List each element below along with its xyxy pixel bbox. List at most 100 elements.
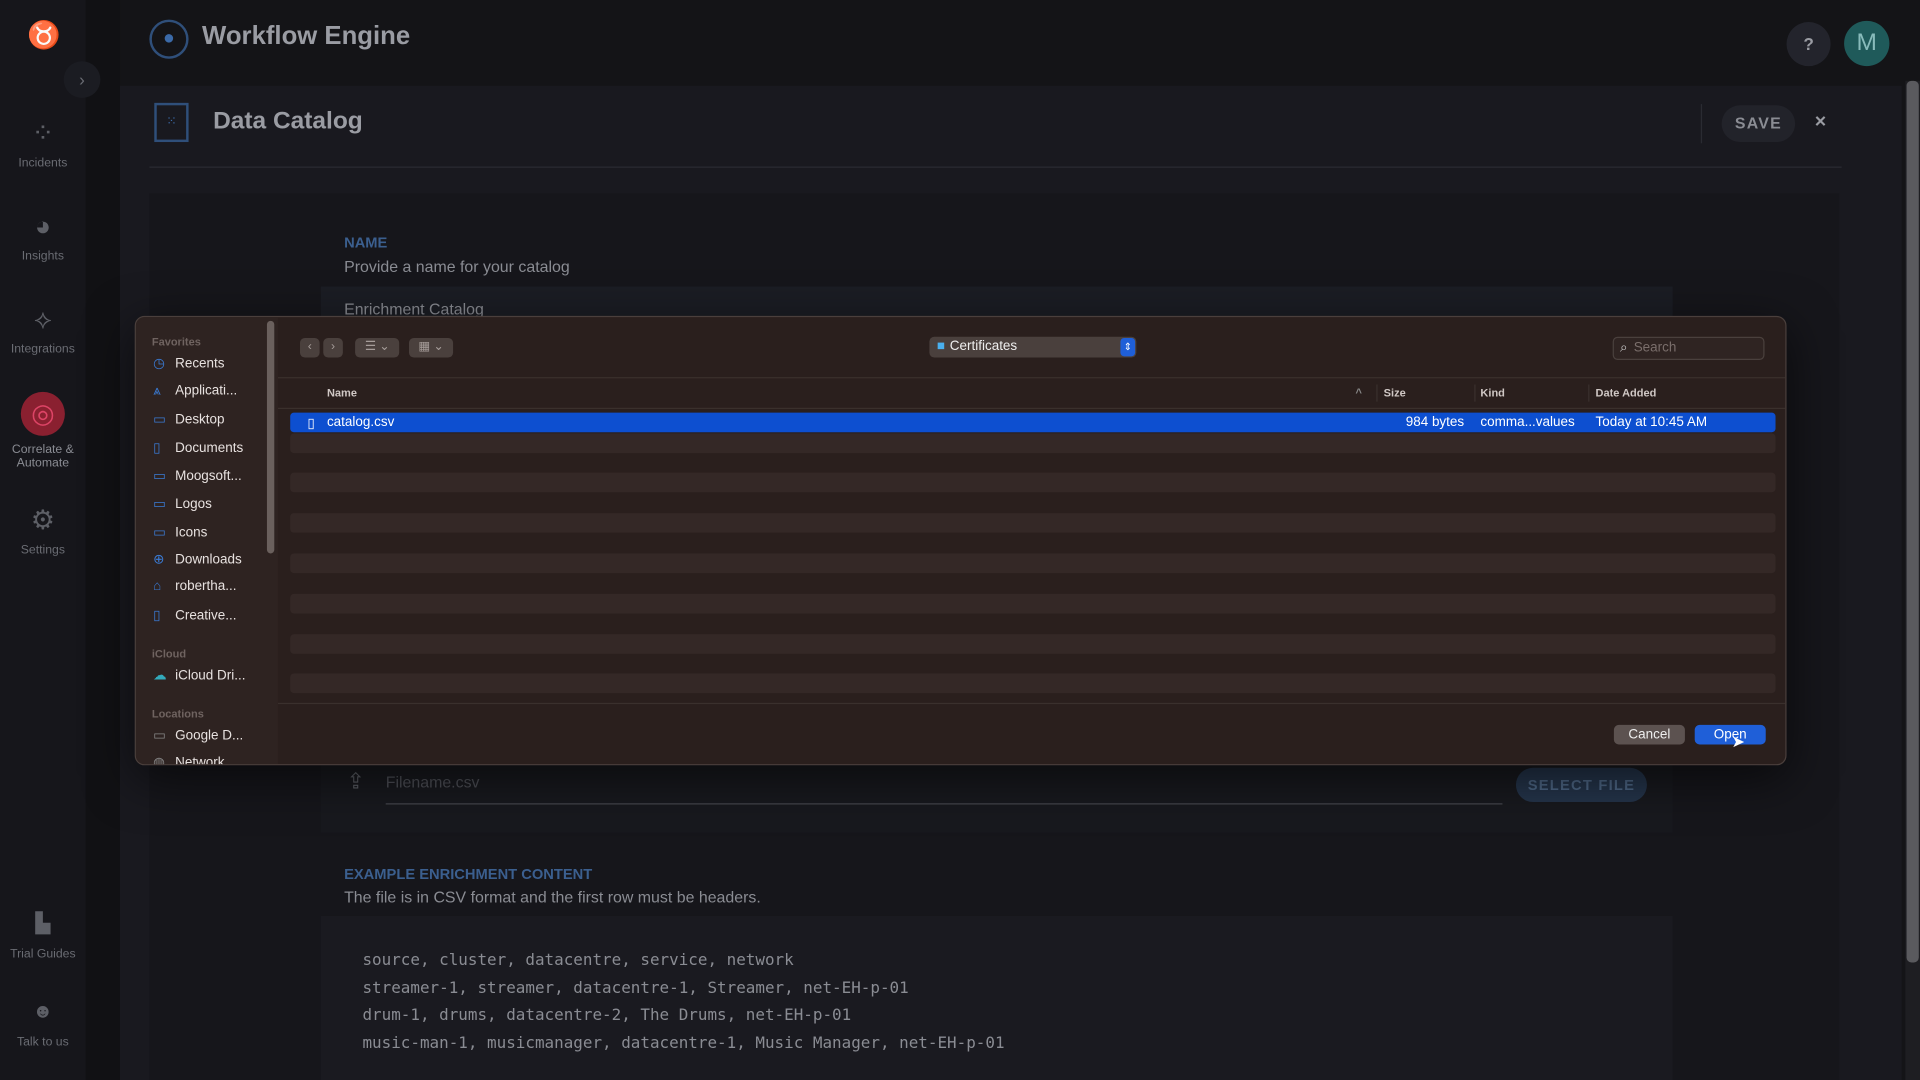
sidebar-item-applications[interactable]: ⩓ Applicati... <box>153 383 237 399</box>
workflow-engine-icon: ● <box>149 19 189 59</box>
select-file-button[interactable]: SELECT FILE <box>1515 767 1647 803</box>
close-button[interactable]: × <box>1815 111 1826 133</box>
left-nav: ♉ ⁘ Incidents ◕ Insights ⟡ Integrations ◎ Co… <box>0 0 86 1080</box>
globe-icon: ◍ <box>153 755 165 766</box>
column-header: Name ^ Size Kind Date Added <box>277 377 1786 409</box>
home-icon: ⌂ <box>153 579 162 594</box>
code-line: source, cluster, datacentre, service, ne… <box>362 951 794 970</box>
catalog-icon: ⁙ <box>154 102 189 143</box>
empty-row <box>290 513 1776 533</box>
empty-row <box>290 472 1776 493</box>
open-button[interactable]: Open <box>1694 724 1766 745</box>
sidebar-item-desktop[interactable]: ▭ Desktop <box>153 411 224 428</box>
folder-icon: ■ <box>936 339 945 354</box>
sidebar-item-downloads[interactable]: ⊕ Downloads <box>153 551 242 567</box>
empty-row <box>290 553 1776 574</box>
cancel-button[interactable]: Cancel <box>1613 724 1685 745</box>
nav-item-integrations[interactable]: ⟡ Integrations <box>0 304 86 357</box>
save-button[interactable]: SAVE <box>1721 105 1796 143</box>
code-line: drum-1, drums, datacentre-2, The Drums, … <box>362 1006 852 1025</box>
avatar[interactable]: M <box>1844 20 1890 67</box>
column-date-added[interactable]: Date Added <box>1596 387 1657 399</box>
logo-icon[interactable]: ♉ <box>0 20 86 59</box>
support-icon: ☻ <box>32 1001 54 1023</box>
forward-button[interactable]: › <box>323 337 343 358</box>
sidebar-scrollbar[interactable] <box>266 320 275 554</box>
locations-heading: Locations <box>151 707 204 721</box>
desktop-icon: ▭ <box>153 412 166 428</box>
nav-item-correlate-automate[interactable]: ◎ Correlate & Automate <box>0 391 86 470</box>
code-line: streamer-1, streamer, datacentre-1, Stre… <box>362 979 909 998</box>
gear-icon: ⚙ <box>30 504 55 536</box>
name-label: NAME <box>344 233 388 252</box>
sidebar-item-recents[interactable]: ◷ Recents <box>153 355 224 371</box>
example-hint: The file is in CSV format and the first … <box>344 887 761 907</box>
empty-row <box>290 593 1776 614</box>
file-icon: ▯ <box>307 416 315 432</box>
grid-view-button[interactable]: ▦ ⌄ <box>408 337 454 358</box>
column-name[interactable]: Name <box>327 387 357 399</box>
empty-row <box>290 433 1776 454</box>
clock-icon: ◷ <box>153 356 165 372</box>
sidebar-item-icons[interactable]: ▭ Icons <box>153 524 207 540</box>
book-icon: ▙ <box>35 913 51 935</box>
sidebar-item-home[interactable]: ⌂ robertha... <box>153 579 236 594</box>
location-dropdown[interactable]: ■ Certificates ⇕ <box>929 336 1137 358</box>
file-row[interactable]: ▯ catalog.csv 984 bytes comma...values T… <box>290 412 1776 433</box>
page-scrollbar[interactable] <box>1905 80 1920 1080</box>
sidebar-item-documents[interactable]: ▯ Documents <box>153 440 243 456</box>
nav-item-settings[interactable]: ⚙ Settings <box>0 504 86 557</box>
dialog-sidebar: Favorites ◷ Recents ⩓ Applicati... ▭ Deskto… <box>135 317 278 765</box>
sidebar-item-network[interactable]: ◍ Network <box>153 754 224 765</box>
sort-ascending-icon: ^ <box>1355 386 1362 400</box>
incidents-icon: ⁘ <box>31 117 55 149</box>
upload-icon: ⇪ <box>346 768 366 794</box>
column-size[interactable]: Size <box>1384 387 1406 399</box>
folder-icon: ▭ <box>153 728 166 744</box>
sidebar-item-icloud-drive[interactable]: ☁ iCloud Dri... <box>153 667 245 684</box>
list-icon: ☰ ⌄ <box>364 340 390 354</box>
list-view-button[interactable]: ☰ ⌄ <box>355 337 400 358</box>
nav-item-trial-guides[interactable]: ▙ Trial Guides <box>0 909 86 961</box>
grid-icon: ▦ ⌄ <box>418 340 444 354</box>
mouse-cursor-icon: ➤ <box>1731 732 1745 751</box>
document-icon: ▯ <box>153 608 161 624</box>
empty-row <box>290 634 1776 654</box>
nav-item-incidents[interactable]: ⁘ Incidents <box>0 118 86 171</box>
nav-item-talk-to-us[interactable]: ☻ Talk to us <box>0 997 86 1050</box>
nav-item-insights[interactable]: ◕ Insights <box>0 211 86 264</box>
sidebar-item-google-drive[interactable]: ▭ Google D... <box>153 727 243 744</box>
divider <box>1700 104 1703 144</box>
folder-icon: ▭ <box>153 497 166 512</box>
file-open-dialog: Favorites ◷ Recents ⩓ Applicati... ▭ Deskto… <box>134 315 1787 766</box>
folder-icon: ▭ <box>153 525 166 541</box>
pie-chart-icon: ◕ <box>34 210 51 242</box>
folder-icon: ▭ <box>153 468 166 484</box>
icloud-heading: iCloud <box>151 647 187 661</box>
code-line: music-man-1, musicmanager, datacentre-1,… <box>362 1034 1005 1054</box>
page-title: Data Catalog <box>213 107 363 135</box>
applications-icon: ⩓ <box>153 383 161 398</box>
column-kind[interactable]: Kind <box>1480 387 1504 399</box>
divider <box>277 702 1786 705</box>
integrations-icon: ⟡ <box>33 303 52 335</box>
search-icon: ⌕ <box>1620 340 1628 356</box>
app-title: Workflow Engine <box>202 22 411 51</box>
empty-row <box>290 673 1776 694</box>
name-hint: Provide a name for your catalog <box>344 257 570 276</box>
sidebar-item-creative[interactable]: ▯ Creative... <box>153 607 236 624</box>
radar-icon: ◎ <box>20 391 65 436</box>
divider <box>149 166 1842 168</box>
download-icon: ⊕ <box>153 552 165 567</box>
filename-input[interactable]: Filename.csv <box>385 771 1503 805</box>
help-button[interactable]: ? <box>1786 22 1831 67</box>
search-input[interactable]: ⌕ Search <box>1612 336 1765 361</box>
back-button[interactable]: ‹ <box>300 337 320 358</box>
document-icon: ▯ <box>153 440 161 456</box>
sidebar-item-logos[interactable]: ▭ Logos <box>153 496 212 512</box>
example-label: EXAMPLE ENRICHMENT CONTENT <box>344 865 593 883</box>
expand-nav-button[interactable]: › <box>63 61 101 98</box>
sidebar-item-moogsoft[interactable]: ▭ Moogsoft... <box>153 468 242 484</box>
nav-divider <box>85 0 121 1080</box>
cloud-icon: ☁ <box>153 668 167 684</box>
